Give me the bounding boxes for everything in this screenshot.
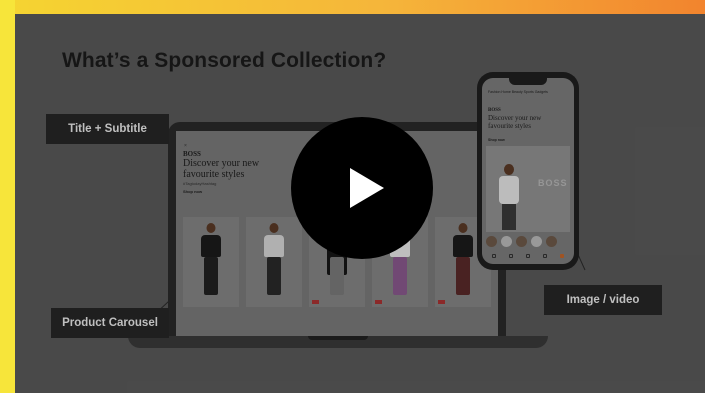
left-border xyxy=(0,0,15,393)
phone-brand: BOSS xyxy=(488,108,501,113)
product-card xyxy=(183,217,239,307)
play-icon xyxy=(350,168,384,208)
close-icon: × xyxy=(184,143,187,149)
phone-screen: Fashion Home Beauty Sports Gadgets BOSS … xyxy=(482,78,574,264)
phone-hero-image: BOSS xyxy=(486,146,570,232)
laptop-shop-link: Shop now xyxy=(183,189,203,194)
top-border xyxy=(0,0,705,14)
laptop-tag: #TagtodayHashtag xyxy=(183,181,217,186)
callout-product-carousel: Product Carousel xyxy=(51,308,169,338)
phone-subtitle: Discover your new favourite styles xyxy=(488,114,542,130)
video-player[interactable]: What’s a Sponsored Collection? × BOSS Di… xyxy=(15,14,705,393)
callout-image-video: Image / video xyxy=(544,285,662,315)
phone-thumbnails xyxy=(486,236,570,248)
play-button[interactable] xyxy=(291,117,433,259)
phone-nav xyxy=(486,252,570,260)
callout-title-subtitle: Title + Subtitle xyxy=(46,114,169,144)
laptop-brand: BOSS xyxy=(183,150,201,158)
product-card xyxy=(246,217,302,307)
phone-hero-text: BOSS xyxy=(538,178,568,188)
phone-tabs: Fashion Home Beauty Sports Gadgets xyxy=(488,90,548,94)
phone-notch xyxy=(509,78,547,85)
laptop-subtitle: Discover your new favourite styles xyxy=(183,158,260,180)
phone-shop-link: Shop now xyxy=(488,138,505,142)
laptop-notch xyxy=(308,336,368,340)
